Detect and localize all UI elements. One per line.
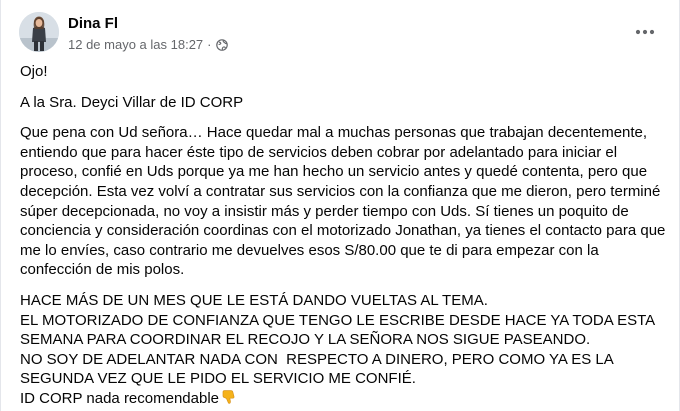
- author-avatar[interactable]: [19, 12, 59, 52]
- post-paragraph: A la Sra. Deyci Villar de ID CORP: [20, 93, 244, 111]
- post-paragraph-closing: ID CORP nada recomendable: [20, 389, 668, 411]
- globe-icon[interactable]: [215, 38, 228, 51]
- post-meta: 12 de mayo a las 18:27 ·: [68, 37, 228, 52]
- avatar-photo: [19, 12, 59, 52]
- post-header: Dina Fl 12 de mayo a las 18:27 ·: [19, 12, 663, 56]
- post-timestamp[interactable]: 12 de mayo a las 18:27: [68, 37, 203, 52]
- post-paragraph: Ojo!: [20, 63, 48, 80]
- more-horizontal-icon[interactable]: [631, 20, 659, 44]
- facebook-post: Dina Fl 12 de mayo a las 18:27 · Ojo! A …: [0, 0, 680, 411]
- post-paragraph: EL MOTORIZADO DE CONFIANZA QUE TENGO LE …: [20, 311, 659, 349]
- meta-separator: ·: [207, 37, 212, 52]
- post-paragraph: HACE MÁS DE UN MES QUE LE ESTÁ DANDO VUE…: [20, 291, 488, 309]
- post-paragraph: Que pena con Ud señora… Hace quedar mal …: [20, 124, 670, 279]
- closing-text: ID CORP nada recomendable: [20, 389, 219, 407]
- author-name[interactable]: Dina Fl: [68, 15, 118, 32]
- thumbs-down-icon: [221, 389, 237, 411]
- post-body: Ojo! A la Sra. Deyci Villar de ID CORP Q…: [20, 62, 668, 411]
- post-paragraph: NO SOY DE ADELANTAR NADA CON RESPECTO A …: [20, 350, 618, 388]
